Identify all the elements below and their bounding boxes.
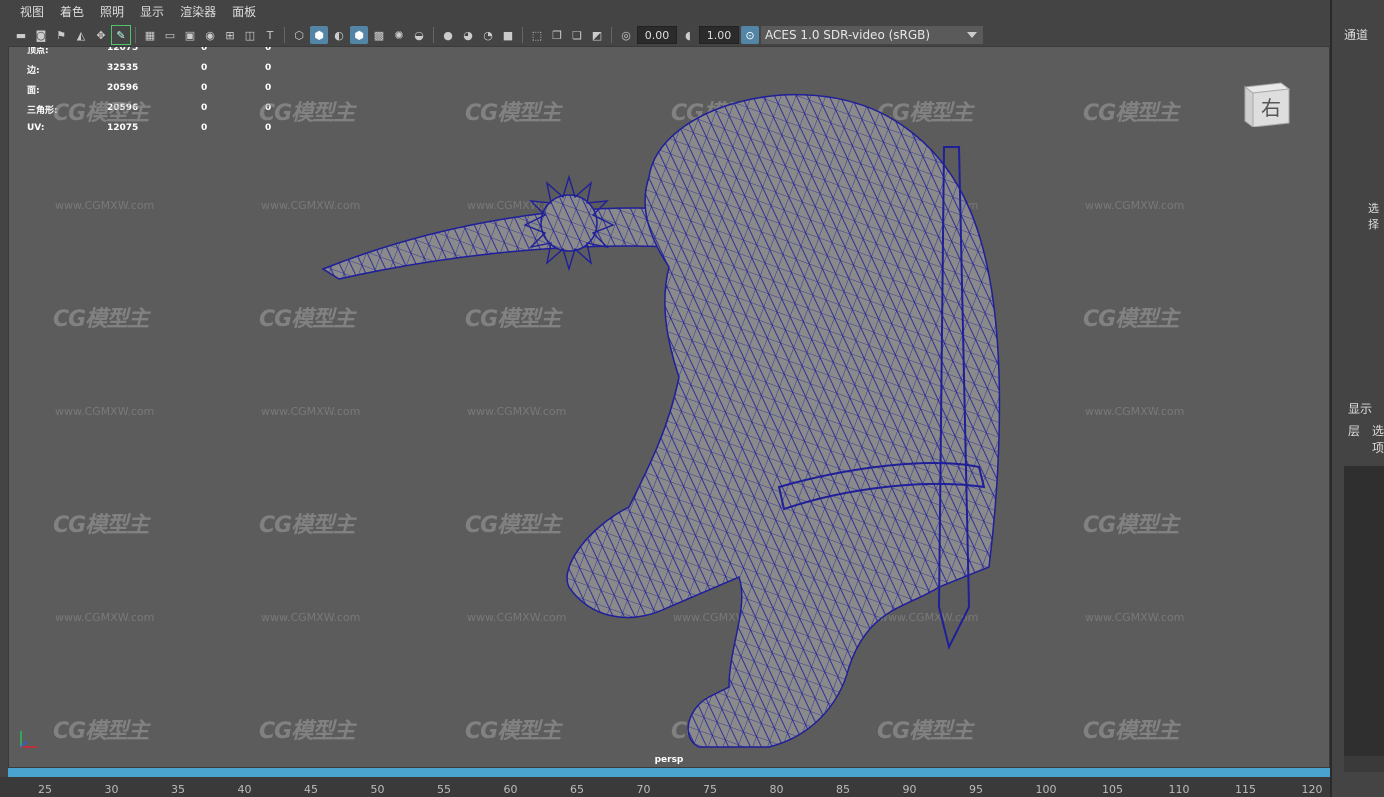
toolbar-separator (135, 27, 136, 43)
timeline-tick-label: 35 (171, 783, 185, 796)
timeline-tick-label: 95 (969, 783, 983, 796)
textured-icon[interactable]: ▩ (370, 26, 388, 44)
view-cube-face-label: 右 (1261, 96, 1281, 120)
menu-shading[interactable]: 着色 (52, 0, 92, 24)
film-gate-icon[interactable]: ▭ (161, 26, 179, 44)
timeline-tick-label: 110 (1168, 783, 1190, 796)
timeline-tick-label: 25 (38, 783, 52, 796)
exposure-field[interactable]: 0.00 (637, 26, 677, 44)
field-chart-icon[interactable]: ⊞ (221, 26, 239, 44)
grid-icon[interactable]: ▦ (141, 26, 159, 44)
resolution-gate-icon[interactable]: ▣ (181, 26, 199, 44)
timeline-tick-label: 120 (1301, 783, 1323, 796)
channels-menu[interactable]: 通道 (1344, 26, 1368, 43)
wireframe-model[interactable] (9, 47, 1330, 768)
tab-display[interactable]: 显示 (1348, 400, 1372, 417)
select-menu[interactable]: 选择 (1368, 200, 1384, 232)
depth-of-field-icon[interactable]: ■ (499, 26, 517, 44)
toolbar-separator (284, 27, 285, 43)
timeline-tick-label: 100 (1035, 783, 1057, 796)
active-viewport-highlight (8, 768, 1330, 777)
time-slider[interactable]: 25 30 35 40 45 50 55 60 65 70 75 80 85 90 95 100 105 110 1… (0, 777, 1330, 797)
viewport-persp[interactable]: 顶点: 12075 0 0 边: 32535 0 0 面: 20596 0 0 … (8, 46, 1330, 768)
gamma-field[interactable]: 1.00 (699, 26, 739, 44)
xray-active-icon[interactable]: ◩ (588, 26, 606, 44)
toolbar-separator (522, 27, 523, 43)
image-plane-icon[interactable]: ◭ (72, 26, 90, 44)
smooth-shade-icon[interactable]: ⬢ (310, 26, 328, 44)
screen-space-ao-icon[interactable]: ● (439, 26, 457, 44)
two-d-pan-icon[interactable]: ✥ (92, 26, 110, 44)
wireframe-icon[interactable]: ⬡ (290, 26, 308, 44)
timeline-tick-label: 50 (370, 783, 385, 796)
lights-icon[interactable]: ✺ (390, 26, 408, 44)
timeline-tick-label: 70 (636, 783, 651, 796)
gamma-icon[interactable]: ◖ (679, 26, 697, 44)
layer-list[interactable] (1344, 466, 1384, 756)
gate-mask-icon[interactable]: ◉ (201, 26, 219, 44)
options-menu[interactable]: 选项 (1372, 422, 1384, 456)
timeline-tick-label: 30 (104, 783, 119, 796)
color-management-icon[interactable]: ⊙ (741, 26, 759, 44)
shadows-icon[interactable]: ◒ (410, 26, 428, 44)
timeline-tick-label: 85 (836, 783, 850, 796)
menu-view[interactable]: 视图 (12, 0, 52, 24)
colorspace-dropdown[interactable]: ACES 1.0 SDR-video (sRGB) (761, 26, 983, 44)
safe-title-icon[interactable]: T (261, 26, 279, 44)
grease-pencil-icon[interactable]: ✎ (111, 25, 131, 45)
camera-name-label: persp (654, 755, 684, 765)
wireframe-on-shaded-icon[interactable]: ⬢ (350, 26, 368, 44)
timeline-tick-label: 60 (503, 783, 518, 796)
menu-lighting[interactable]: 照明 (92, 0, 132, 24)
camera-attributes-icon[interactable]: ◙ (32, 26, 50, 44)
xray-joints-icon[interactable]: ❏ (568, 26, 586, 44)
viewport-menubar: 视图 着色 照明 显示 渲染器 面板 (0, 0, 1330, 24)
timeline-tick-label: 80 (769, 783, 784, 796)
viewport-toolbar: ▬ ◙ ⚑ ◭ ✥ ✎ ▦ ▭ ▣ ◉ ⊞ ◫ T ⬡ ⬢ ◐ ⬢ ▩ ✺ ◒ … (0, 24, 1330, 46)
isolate-select-icon[interactable]: ⬚ (528, 26, 546, 44)
safe-action-icon[interactable]: ◫ (241, 26, 259, 44)
timeline-tick-label: 75 (703, 783, 717, 796)
select-camera-icon[interactable]: ▬ (12, 26, 30, 44)
menu-panels[interactable]: 面板 (224, 0, 264, 24)
timeline-tick-label: 105 (1102, 783, 1123, 796)
timeline-tick-label: 45 (304, 783, 318, 796)
layers-menu[interactable]: 层 (1348, 422, 1360, 439)
view-cube[interactable]: 右 (1241, 77, 1291, 127)
channel-box-panel: 通道 选择 显示 层 选项 (1330, 0, 1384, 797)
bookmark-icon[interactable]: ⚑ (52, 26, 70, 44)
axis-gizmo (20, 731, 37, 748)
anti-aliasing-icon[interactable]: ◔ (479, 26, 497, 44)
timeline-tick-label: 40 (237, 783, 252, 796)
motion-blur-icon[interactable]: ◕ (459, 26, 477, 44)
menu-show[interactable]: 显示 (132, 0, 172, 24)
timeline-tick-label: 90 (902, 783, 917, 796)
maya-window: 视图 着色 照明 显示 渲染器 面板 ▬ ◙ ⚑ ◭ ✥ ✎ ▦ ▭ ▣ ◉ ⊞… (0, 0, 1384, 797)
menu-renderer[interactable]: 渲染器 (172, 0, 224, 24)
flat-shade-icon[interactable]: ◐ (330, 26, 348, 44)
toolbar-separator (611, 27, 612, 43)
timeline-tick-label: 55 (437, 783, 451, 796)
chevron-down-icon (967, 32, 977, 38)
model-body (321, 94, 1001, 748)
colorspace-label: ACES 1.0 SDR-video (sRGB) (765, 28, 931, 42)
toolbar-separator (433, 27, 434, 43)
xray-icon[interactable]: ❐ (548, 26, 566, 44)
timeline-tick-label: 115 (1235, 783, 1256, 796)
timeline-tick-label: 65 (570, 783, 584, 796)
layer-scrollbar[interactable] (1344, 756, 1384, 772)
exposure-icon[interactable]: ◎ (617, 26, 635, 44)
